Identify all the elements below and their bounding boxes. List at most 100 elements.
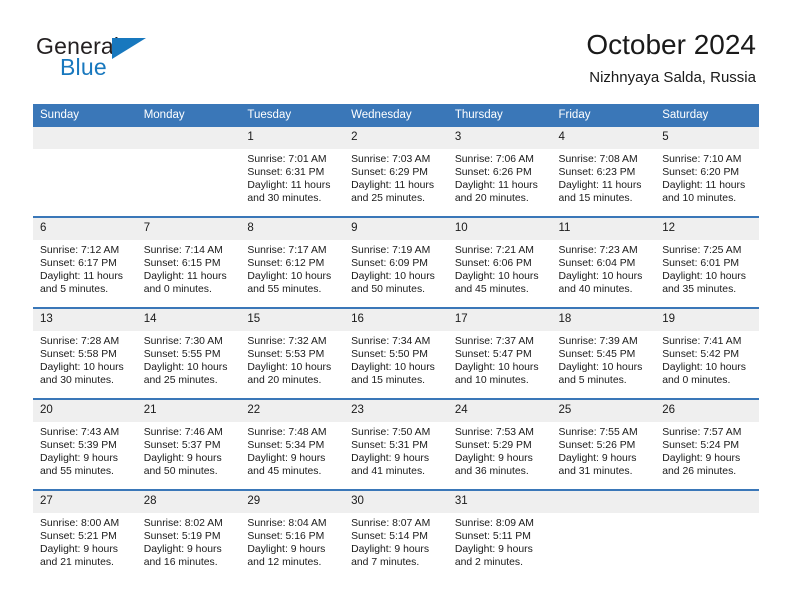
calendar-day-cell[interactable]: 27 Sunrise: 8:00 AM Sunset: 5:21 PM Dayligh…	[33, 489, 137, 580]
calendar-body: 1 Sunrise: 7:01 AM Sunset: 6:31 PM Daylight…	[33, 127, 759, 580]
day-details: Sunrise: 7:06 AM Sunset: 6:26 PM Daylight:…	[448, 149, 552, 205]
sunset-text: Sunset: 5:39 PM	[40, 440, 117, 452]
calendar-day-cell[interactable]: 3 Sunrise: 7:06 AM Sunset: 6:26 PM Daylight…	[447, 127, 552, 217]
calendar-day-cell[interactable]: 4 Sunrise: 7:08 AM Sunset: 6:23 PM Daylight…	[551, 127, 656, 217]
page-title: October 2024	[586, 29, 756, 60]
sunrise-text: Sunrise: 7:57 AM	[662, 427, 742, 438]
day-number: 28	[136, 491, 241, 513]
daylight-text-l2: and 5 minutes.	[558, 375, 627, 387]
daylight-text-l1: Daylight: 9 hours	[143, 544, 222, 556]
calendar-day-cell[interactable]: 19 Sunrise: 7:41 AM Sunset: 5:42 PM Dayligh…	[655, 307, 759, 399]
sunrise-text: Sunrise: 7:46 AM	[143, 427, 223, 438]
sunrise-text: Sunrise: 7:10 AM	[662, 154, 742, 165]
day-details: Sunrise: 7:08 AM Sunset: 6:23 PM Daylight:…	[552, 149, 656, 205]
sunrise-text: Sunrise: 7:32 AM	[247, 336, 327, 347]
calendar-day-cell[interactable]: 20 Sunrise: 7:43 AM Sunset: 5:39 PM Dayligh…	[33, 398, 137, 490]
day-number: 3	[447, 127, 552, 149]
calendar-day-cell[interactable]: 22 Sunrise: 7:48 AM Sunset: 5:34 PM Dayligh…	[240, 398, 345, 490]
sunset-text: Sunset: 5:34 PM	[247, 440, 325, 452]
sunset-text: Sunset: 5:31 PM	[351, 440, 428, 452]
daylight-text-l1: Daylight: 10 hours	[662, 362, 746, 374]
day-number: 23	[344, 400, 448, 422]
day-number: 8	[240, 218, 345, 240]
day-details: Sunrise: 7:39 AM Sunset: 5:45 PM Daylight:…	[552, 331, 656, 387]
sunrise-text: Sunrise: 7:48 AM	[247, 427, 327, 438]
sunset-text: Sunset: 6:06 PM	[454, 258, 532, 270]
calendar-day-cell[interactable]: 11 Sunrise: 7:23 AM Sunset: 6:04 PM Dayligh…	[551, 216, 656, 308]
daylight-text-l1: Daylight: 11 hours	[662, 180, 746, 192]
sunrise-text: Sunrise: 8:02 AM	[143, 518, 223, 529]
calendar-day-cell[interactable]: 18 Sunrise: 7:39 AM Sunset: 5:45 PM Dayligh…	[551, 307, 656, 399]
day-details: Sunrise: 7:53 AM Sunset: 5:29 PM Daylight:…	[448, 422, 552, 478]
calendar-day-cell[interactable]: 7 Sunrise: 7:14 AM Sunset: 6:15 PM Daylight…	[136, 216, 241, 308]
daylight-text-l2: and 45 minutes.	[454, 284, 529, 296]
day-number: 4	[551, 127, 656, 149]
daylight-text-l1: Daylight: 10 hours	[454, 271, 539, 283]
sunset-text: Sunset: 6:12 PM	[247, 258, 325, 270]
calendar-day-cell[interactable]: 15 Sunrise: 7:32 AM Sunset: 5:53 PM Dayligh…	[240, 307, 345, 399]
sunset-text: Sunset: 6:23 PM	[558, 167, 636, 179]
sunset-text: Sunset: 6:09 PM	[351, 258, 428, 270]
sunset-text: Sunset: 5:24 PM	[662, 440, 740, 452]
calendar-day-cell[interactable]: 26 Sunrise: 7:57 AM Sunset: 5:24 PM Dayligh…	[655, 398, 759, 490]
calendar-day-cell[interactable]: 2 Sunrise: 7:03 AM Sunset: 6:29 PM Daylight…	[344, 127, 448, 217]
day-number: 21	[136, 400, 241, 422]
daylight-text-l2: and 30 minutes.	[247, 193, 322, 205]
calendar-day-cell[interactable]: 10 Sunrise: 7:21 AM Sunset: 6:06 PM Dayligh…	[447, 216, 552, 308]
day-number: 12	[655, 218, 759, 240]
day-number: 16	[344, 309, 448, 331]
sunrise-text: Sunrise: 7:43 AM	[40, 427, 120, 438]
day-number	[136, 127, 241, 149]
day-number	[33, 127, 137, 149]
daylight-text-l1: Daylight: 9 hours	[40, 544, 118, 556]
day-details: Sunrise: 7:32 AM Sunset: 5:53 PM Daylight:…	[240, 331, 344, 387]
daylight-text-l2: and 16 minutes.	[143, 557, 218, 569]
sunrise-text: Sunrise: 7:30 AM	[143, 336, 223, 347]
generalblue-logo[interactable]: General Blue	[36, 33, 216, 85]
calendar-day-cell[interactable]: 31 Sunrise: 8:09 AM Sunset: 5:11 PM Dayligh…	[447, 489, 552, 580]
sunrise-text: Sunrise: 7:03 AM	[351, 154, 431, 165]
calendar-day-cell[interactable]: 5 Sunrise: 7:10 AM Sunset: 6:20 PM Daylight…	[655, 127, 759, 217]
calendar-day-cell[interactable]: 8 Sunrise: 7:17 AM Sunset: 6:12 PM Daylight…	[240, 216, 345, 308]
sunset-text: Sunset: 5:47 PM	[454, 349, 532, 361]
flag-triangle-icon	[112, 38, 146, 59]
calendar-day-cell[interactable]: 13 Sunrise: 7:28 AM Sunset: 5:58 PM Dayligh…	[33, 307, 137, 399]
calendar-day-cell[interactable]: 21 Sunrise: 7:46 AM Sunset: 5:37 PM Dayligh…	[136, 398, 241, 490]
calendar-day-cell[interactable]: 25 Sunrise: 7:55 AM Sunset: 5:26 PM Dayligh…	[551, 398, 656, 490]
sunrise-text: Sunrise: 7:39 AM	[558, 336, 638, 347]
calendar-day-cell[interactable]: 9 Sunrise: 7:19 AM Sunset: 6:09 PM Daylight…	[344, 216, 448, 308]
day-details: Sunrise: 7:25 AM Sunset: 6:01 PM Daylight:…	[655, 240, 759, 296]
day-details: Sunrise: 7:37 AM Sunset: 5:47 PM Daylight:…	[448, 331, 552, 387]
daylight-text-l1: Daylight: 10 hours	[143, 362, 228, 374]
calendar-day-cell[interactable]: 29 Sunrise: 8:04 AM Sunset: 5:16 PM Dayligh…	[240, 489, 345, 580]
calendar-day-cell[interactable]: 1 Sunrise: 7:01 AM Sunset: 6:31 PM Daylight…	[240, 127, 345, 217]
daylight-text-l2: and 0 minutes.	[662, 375, 731, 387]
calendar-day-cell[interactable]: 23 Sunrise: 7:50 AM Sunset: 5:31 PM Dayligh…	[344, 398, 448, 490]
day-details: Sunrise: 8:09 AM Sunset: 5:11 PM Daylight:…	[448, 513, 552, 569]
calendar-day-cell[interactable]: 14 Sunrise: 7:30 AM Sunset: 5:55 PM Dayligh…	[136, 307, 241, 399]
calendar-day-cell[interactable]: 24 Sunrise: 7:53 AM Sunset: 5:29 PM Dayligh…	[447, 398, 552, 490]
daylight-text-l2: and 21 minutes.	[40, 557, 114, 569]
daylight-text-l1: Daylight: 9 hours	[40, 453, 118, 465]
sunrise-text: Sunrise: 7:01 AM	[247, 154, 327, 165]
calendar-day-cell[interactable]: 30 Sunrise: 8:07 AM Sunset: 5:14 PM Dayligh…	[344, 489, 448, 580]
day-number: 24	[447, 400, 552, 422]
day-details: Sunrise: 7:21 AM Sunset: 6:06 PM Daylight:…	[448, 240, 552, 296]
day-number: 15	[240, 309, 345, 331]
daylight-text-l2: and 20 minutes.	[247, 375, 322, 387]
daylight-text-l2: and 25 minutes.	[143, 375, 218, 387]
calendar-day-cell[interactable]: 6 Sunrise: 7:12 AM Sunset: 6:17 PM Daylight…	[33, 216, 137, 308]
day-details: Sunrise: 7:41 AM Sunset: 5:42 PM Daylight:…	[655, 331, 759, 387]
calendar-day-cell[interactable]: 28 Sunrise: 8:02 AM Sunset: 5:19 PM Dayligh…	[136, 489, 241, 580]
daylight-text-l2: and 10 minutes.	[662, 193, 737, 205]
calendar-day-cell-empty	[33, 127, 137, 217]
calendar-day-cell[interactable]: 17 Sunrise: 7:37 AM Sunset: 5:47 PM Dayligh…	[447, 307, 552, 399]
daylight-text-l1: Daylight: 9 hours	[454, 544, 533, 556]
day-details: Sunrise: 8:07 AM Sunset: 5:14 PM Daylight:…	[344, 513, 448, 569]
day-number: 17	[447, 309, 552, 331]
sunset-text: Sunset: 6:29 PM	[351, 167, 428, 179]
calendar-day-cell[interactable]: 12 Sunrise: 7:25 AM Sunset: 6:01 PM Dayligh…	[655, 216, 759, 308]
day-details: Sunrise: 7:01 AM Sunset: 6:31 PM Daylight:…	[240, 149, 344, 205]
sunrise-text: Sunrise: 7:21 AM	[454, 245, 534, 256]
calendar-day-cell[interactable]: 16 Sunrise: 7:34 AM Sunset: 5:50 PM Dayligh…	[344, 307, 448, 399]
